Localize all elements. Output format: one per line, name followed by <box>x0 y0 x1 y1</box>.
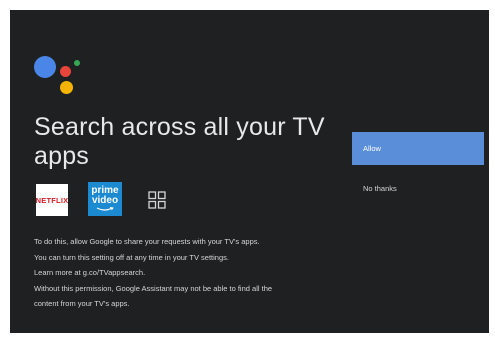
description-line: Learn more at g.co/TVappsearch. <box>34 268 146 277</box>
netflix-icon: NETFLIX <box>36 184 68 216</box>
assistant-dot-green <box>74 60 80 66</box>
google-assistant-icon <box>34 52 84 102</box>
allow-button[interactable]: Allow <box>352 132 484 165</box>
description-line: You can turn this setting off at any tim… <box>34 253 229 262</box>
description-line: To do this, allow Google to share your r… <box>34 237 260 246</box>
more-apps-grid-icon <box>148 191 166 209</box>
prime-label-line2: video <box>91 195 119 206</box>
netflix-label: NETFLIX <box>35 195 69 205</box>
no-thanks-button[interactable]: No thanks <box>352 176 484 200</box>
description-line: content from your TV's apps. <box>34 299 130 308</box>
description-line: Without this permission, Google Assistan… <box>34 284 273 293</box>
assistant-dot-red <box>60 66 71 77</box>
prime-video-icon: prime video <box>88 182 122 216</box>
prime-smile-icon <box>96 207 114 211</box>
page-title: Search across all your TV apps <box>34 113 325 170</box>
tv-screen: Search across all your TV apps NETFLIX p… <box>10 10 489 333</box>
assistant-dot-blue <box>34 56 56 78</box>
assistant-dot-yellow <box>60 81 73 94</box>
